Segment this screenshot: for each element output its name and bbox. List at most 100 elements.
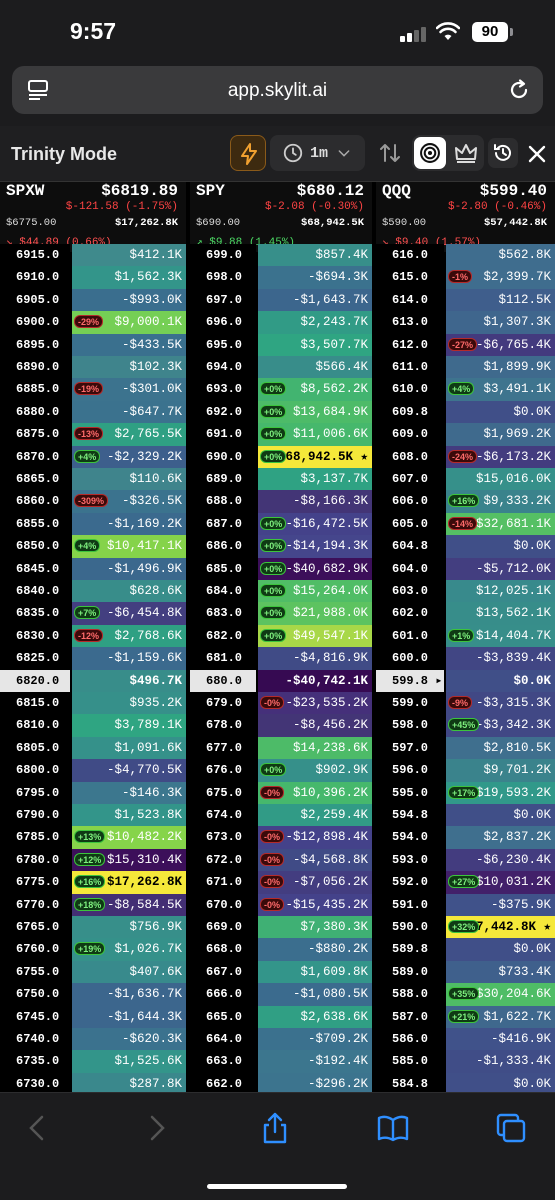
table-row[interactable]: 611.0 $1,899.9K [376,356,555,379]
exposure-cell[interactable]: -$301.0K -19% [72,378,186,401]
table-row[interactable]: 697.0 -$1,643.7K [190,288,372,312]
table-row[interactable]: 6800.0 -$4,770.5K [0,759,186,782]
exposure-cell[interactable]: -$1,644.3K [72,1005,186,1028]
table-row[interactable]: 6825.0 -$1,159.6K [0,647,186,670]
exposure-cell[interactable]: -$8,584.5K +18% [72,893,186,916]
exposure-cell[interactable]: $30,204.6K +35% [446,983,555,1006]
exposure-cell[interactable]: -$12,898.4K -0% [258,826,372,849]
table-row[interactable]: 665.0 $2,638.6K [190,1005,372,1028]
table-row[interactable]: 673.0 -$12,898.4K -0% [190,826,372,849]
table-row[interactable]: 599.0 -$3,315.3K -9% [376,692,555,715]
exposure-cell[interactable]: $407.6K [72,960,186,984]
exposure-cell[interactable]: -$8,166.3K [258,490,372,513]
table-row[interactable]: 600.0 -$3,839.4K [376,647,555,670]
exposure-cell[interactable]: -$3,315.3K -9% [446,692,555,715]
table-row[interactable]: 6835.0 -$6,454.8K +7% [0,602,186,625]
table-row[interactable]: 699.0 $857.4K [190,244,372,267]
table-row[interactable]: 604.8 $0.0K [376,535,555,558]
table-row[interactable]: 612.0 -$6,765.4K -27% [376,333,555,356]
exposure-cell[interactable]: -$4,568.8K -0% [258,848,372,872]
table-row[interactable]: 688.0 -$8,166.3K [190,490,372,513]
lightning-button[interactable] [230,135,266,171]
table-row[interactable]: 671.0 -$7,056.2K -0% [190,871,372,894]
table-row[interactable]: 693.0 $8,562.2K +0% [190,378,372,401]
table-row[interactable]: 607.0 $15,016.0K [376,468,555,491]
exposure-cell[interactable]: $68,942.5K ★ +0% [258,445,372,468]
table-row[interactable]: 6745.0 -$1,644.3K [0,1005,186,1028]
exposure-cell[interactable]: $0.0K [446,535,555,558]
reload-icon[interactable] [507,78,531,102]
exposure-cell[interactable]: -$433.5K [72,333,186,356]
exposure-cell[interactable]: $1,525.6K [72,1050,186,1073]
exposure-cell[interactable]: $57,442.8K ★ +32% [446,916,555,939]
table-row[interactable]: 6795.0 -$146.3K [0,781,186,804]
exposure-cell[interactable]: -$620.3K [72,1028,186,1051]
exposure-cell[interactable]: $102.3K [72,356,186,379]
table-row[interactable]: 682.0 $49,547.1K +0% [190,624,372,648]
url-field[interactable]: app.skylit.ai [12,66,543,114]
table-row[interactable]: 666.0 -$1,080.5K [190,983,372,1006]
exposure-cell[interactable]: $3,491.1K +4% [446,378,555,401]
exposure-cell[interactable]: -$1,643.7K [258,288,372,312]
forward-icon[interactable] [140,1111,174,1145]
table-row[interactable]: 590.0 $57,442.8K ★ +32% [376,916,555,939]
exposure-cell[interactable]: $7,380.3K [258,916,372,939]
table-row[interactable]: 588.0 $30,204.6K +35% [376,983,555,1006]
exposure-cell[interactable]: -$4,816.9K [258,647,372,670]
table-row[interactable]: 614.0 $112.5K [376,288,555,312]
exposure-cell[interactable]: -$10,031.2K +27% [446,871,555,894]
share-icon[interactable] [258,1111,292,1145]
table-row[interactable]: 616.0 $562.8K [376,244,555,267]
exposure-cell[interactable]: $902.9K +0% [258,759,372,782]
table-row[interactable]: 6755.0 $407.6K [0,960,186,984]
table-row[interactable]: 587.0 $1,622.7K +21% [376,1005,555,1028]
table-row[interactable]: 6910.0 $1,562.3K [0,266,186,289]
exposure-cell[interactable]: -$146.3K [72,781,186,804]
table-row[interactable]: 668.0 -$880.2K [190,938,372,961]
table-row[interactable]: 593.0 -$6,230.4K [376,848,555,872]
exposure-cell[interactable]: -$326.5K -309% [72,490,186,513]
ticker-symbol[interactable]: SPY [196,182,225,200]
table-row[interactable]: 594.0 $2,837.2K [376,826,555,849]
exposure-cell[interactable]: -$192.4K [258,1050,372,1073]
exposure-cell[interactable]: -$3,342.3K +45% [446,714,555,737]
exposure-cell[interactable]: -$6,765.4K -27% [446,333,555,356]
exposure-cell[interactable]: -$1,333.4K [446,1050,555,1073]
exposure-cell[interactable]: -$15,310.4K +12% [72,848,186,872]
exposure-cell[interactable]: -$1,159.6K [72,647,186,670]
table-row[interactable]: 691.0 $11,006.6K +0% [190,423,372,446]
exposure-cell[interactable]: -$1,080.5K [258,983,372,1006]
exposure-cell[interactable]: $32,681.1K -14% [446,512,555,536]
table-row[interactable]: 6830.0 $2,768.6K -12% [0,624,186,648]
table-row[interactable]: 689.0 $3,137.7K [190,468,372,491]
exposure-cell[interactable]: $10,417.1K +4% [72,535,186,558]
table-row[interactable]: 664.0 -$709.2K [190,1028,372,1051]
exposure-cell[interactable]: -$40,682.9K +0% [258,557,372,580]
table-row[interactable]: 598.0 -$3,342.3K +45% [376,714,555,737]
table-row[interactable]: 6895.0 -$433.5K [0,333,186,356]
table-row[interactable]: 692.0 $13,684.9K +0% [190,400,372,424]
exposure-cell[interactable]: -$1,169.2K [72,512,186,536]
table-row[interactable]: 609.8 $0.0K [376,400,555,424]
exposure-cell[interactable]: $9,000.1K -29% [72,311,186,334]
exposure-cell[interactable]: $562.8K [446,244,555,267]
exposure-cell[interactable]: $13,684.9K +0% [258,400,372,424]
table-row[interactable]: 584.8 $0.0K [376,1072,555,1092]
table-row[interactable]: 615.0 $2,399.7K -1% [376,266,555,289]
table-row[interactable]: 589.0 $733.4K [376,960,555,984]
close-icon[interactable] [527,144,547,164]
exposure-cell[interactable]: -$5,712.0K [446,557,555,580]
table-row[interactable]: 604.0 -$5,712.0K [376,557,555,580]
exposure-cell[interactable]: $935.2K [72,692,186,715]
table-row[interactable]: 677.0 $14,238.6K [190,736,372,760]
exposure-cell[interactable]: $11,006.6K +0% [258,423,372,446]
table-row[interactable]: 672.0 -$4,568.8K -0% [190,848,372,872]
table-row[interactable]: 6815.0 $935.2K [0,692,186,715]
exposure-cell[interactable]: $2,399.7K -1% [446,266,555,289]
table-row[interactable]: 6750.0 -$1,636.7K [0,983,186,1006]
exposure-cell[interactable]: $2,765.5K -13% [72,423,186,446]
exposure-cell[interactable]: $9,701.2K [446,759,555,782]
exposure-cell[interactable]: $3,137.7K [258,468,372,491]
exposure-cell[interactable]: $0.0K [446,669,555,692]
exposure-cell[interactable]: $21,988.0K +0% [258,602,372,625]
